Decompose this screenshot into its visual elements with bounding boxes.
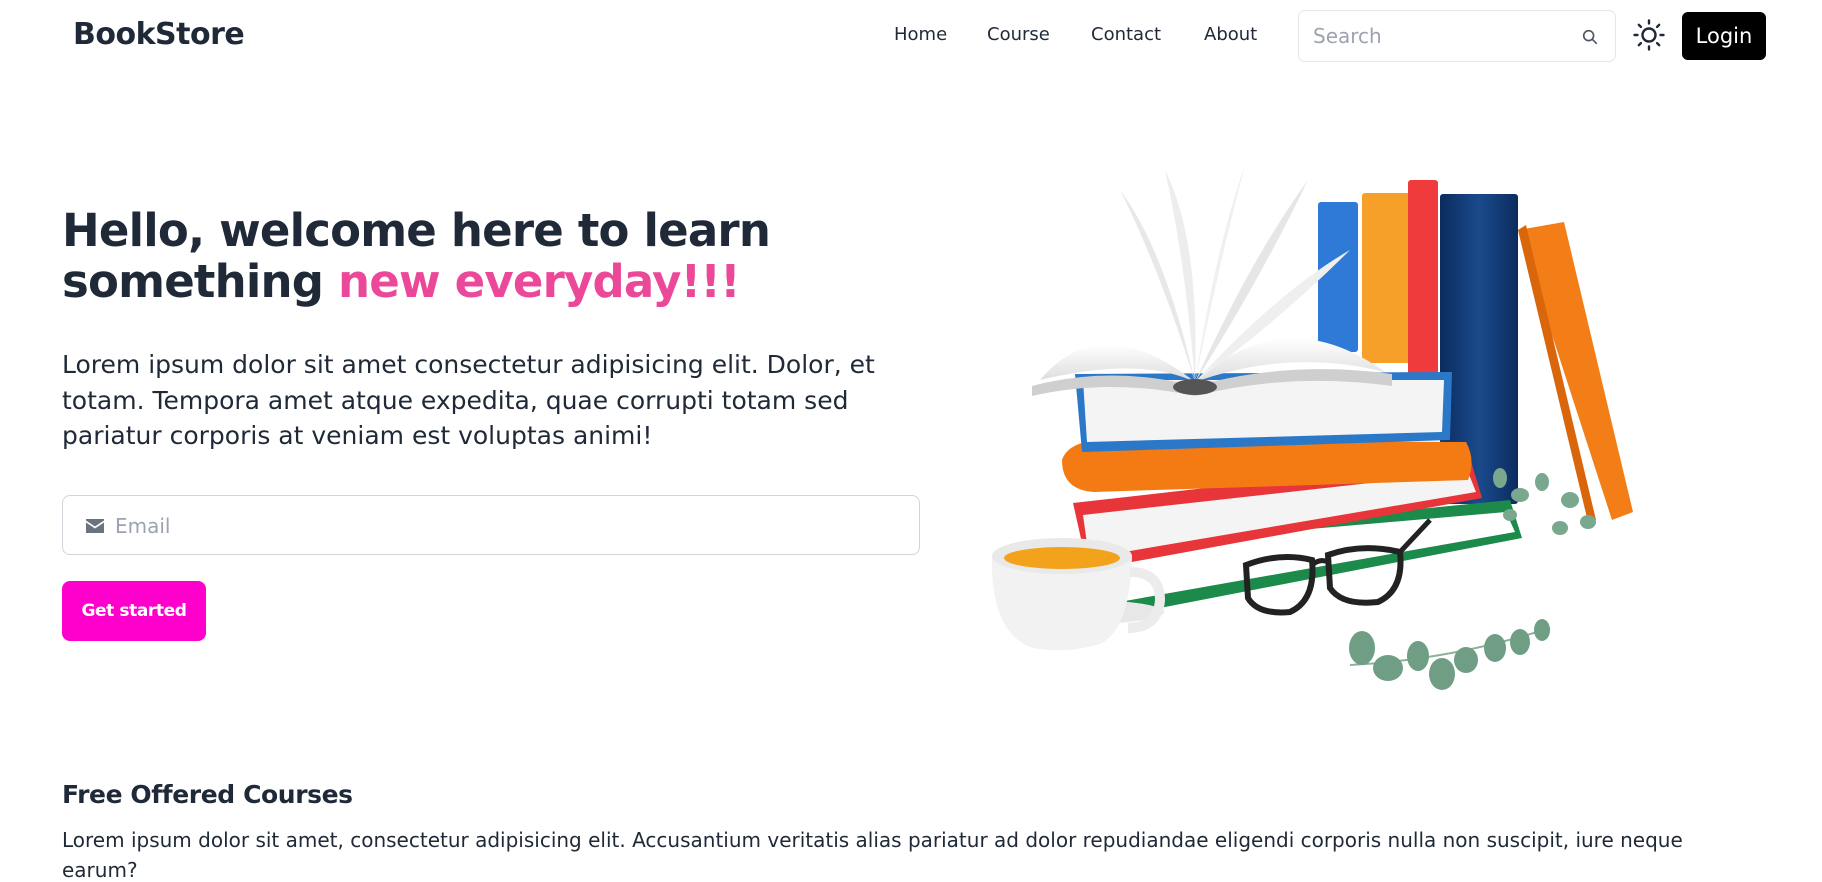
nav-link-home[interactable]: Home: [894, 24, 947, 45]
nav-link-contact[interactable]: Contact: [1091, 24, 1161, 45]
courses-description: Lorem ipsum dolor sit amet, consectetur …: [62, 828, 1683, 882]
hero-description: Lorem ipsum dolor sit amet consectetur a…: [62, 350, 875, 450]
search-icon[interactable]: [1581, 28, 1599, 46]
envelope-icon: [86, 519, 104, 533]
sun-icon[interactable]: [1632, 18, 1666, 52]
get-started-button[interactable]: Get started: [62, 581, 206, 641]
email-field: [62, 495, 920, 555]
courses-title: Free Offered Courses: [62, 780, 353, 809]
search-box: [1298, 10, 1616, 62]
nav-link-course[interactable]: Course: [987, 24, 1050, 45]
navbar: BookStore Home Course Contact About Logi…: [0, 0, 1822, 72]
hero-illustration: [991, 165, 1633, 690]
hero-title-accent: new everyday!!!: [338, 255, 741, 308]
email-input[interactable]: [115, 512, 895, 540]
login-button[interactable]: Login: [1682, 12, 1766, 60]
nav-link-about[interactable]: About: [1204, 24, 1257, 45]
hero-title: Hello, welcome here to learn something n…: [62, 205, 882, 307]
search-input[interactable]: [1313, 22, 1563, 50]
